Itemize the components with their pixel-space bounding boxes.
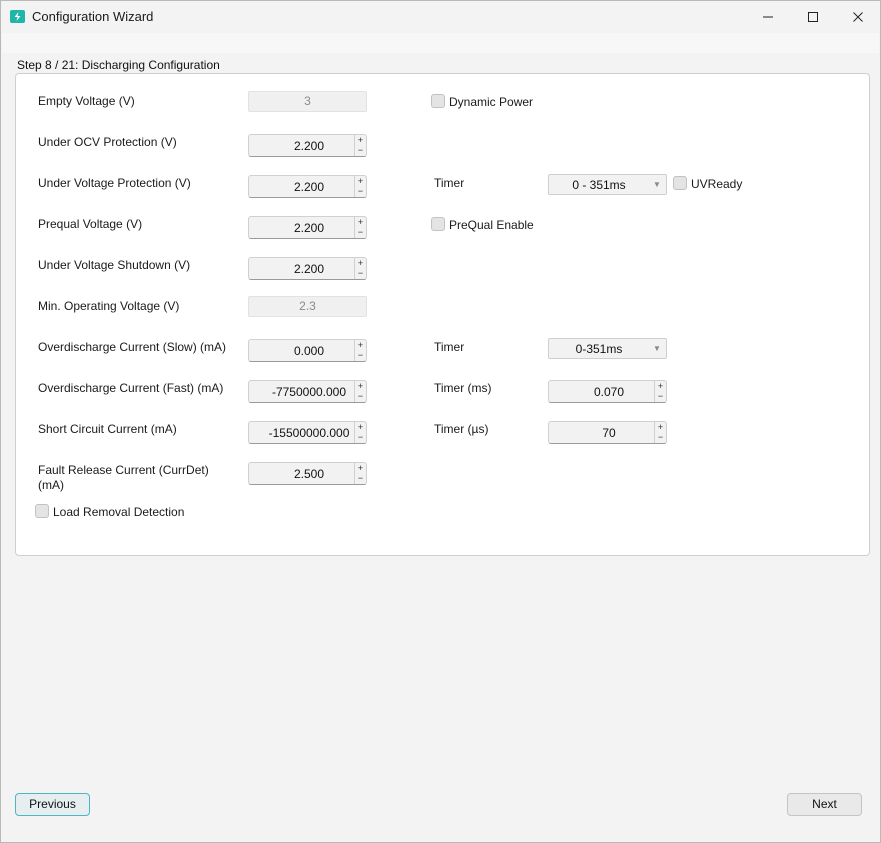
close-button[interactable] xyxy=(835,1,881,32)
increment-icon[interactable]: + xyxy=(355,176,366,186)
short-circuit-value[interactable]: -15500000.000 xyxy=(249,422,355,443)
app-logo-icon xyxy=(10,10,25,23)
uv-timer-value: 0 - 351ms xyxy=(572,178,626,192)
decrement-icon[interactable]: − xyxy=(355,268,366,278)
overdischarge-slow-stepper[interactable]: 0.000 + − xyxy=(248,339,367,362)
stepper-arrows: + − xyxy=(354,340,366,361)
uvready-label: UVReady xyxy=(691,177,743,191)
load-removal-checkbox[interactable] xyxy=(35,504,49,518)
fault-release-label: Fault Release Current (CurrDet) xyxy=(38,463,209,477)
dynamic-power-checkbox[interactable] xyxy=(431,94,445,108)
empty-voltage-field: 3 xyxy=(248,91,367,112)
stepper-arrows: + − xyxy=(654,381,666,402)
increment-icon[interactable]: + xyxy=(355,217,366,227)
fault-release-unit-label: (mA) xyxy=(38,478,64,492)
stepper-arrows: + − xyxy=(354,381,366,402)
od-slow-timer-value: 0-351ms xyxy=(575,342,623,356)
chevron-down-icon: ▼ xyxy=(653,344,661,353)
under-voltage-protection-label: Under Voltage Protection (V) xyxy=(38,176,191,190)
wizard-window: Configuration Wizard Step 8 / 21: Discha… xyxy=(0,0,881,843)
overdischarge-fast-label: Overdischarge Current (Fast) (mA) xyxy=(38,381,224,395)
under-voltage-shutdown-stepper[interactable]: 2.200 + − xyxy=(248,257,367,280)
uvready-checkbox[interactable] xyxy=(673,176,687,190)
stepper-arrows: + − xyxy=(354,258,366,279)
chevron-down-icon: ▼ xyxy=(653,180,661,189)
prequal-enable-checkbox[interactable] xyxy=(431,217,445,231)
sc-timer-label: Timer (µs) xyxy=(434,422,489,436)
decrement-icon[interactable]: − xyxy=(355,227,366,237)
overdischarge-slow-value[interactable]: 0.000 xyxy=(249,340,355,361)
decrement-icon[interactable]: − xyxy=(655,391,666,401)
empty-voltage-label: Empty Voltage (V) xyxy=(38,94,135,108)
short-circuit-stepper[interactable]: -15500000.000 + − xyxy=(248,421,367,444)
decrement-icon[interactable]: − xyxy=(355,473,366,483)
prequal-voltage-value[interactable]: 2.200 xyxy=(249,217,355,238)
decrement-icon[interactable]: − xyxy=(355,350,366,360)
increment-icon[interactable]: + xyxy=(355,422,366,432)
stepper-arrows: + − xyxy=(654,422,666,443)
overdischarge-slow-label: Overdischarge Current (Slow) (mA) xyxy=(38,340,227,354)
load-removal-label: Load Removal Detection xyxy=(53,505,185,519)
increment-icon[interactable]: + xyxy=(655,381,666,391)
under-voltage-shutdown-value[interactable]: 2.200 xyxy=(249,258,355,279)
close-icon xyxy=(853,11,863,22)
short-circuit-label: Short Circuit Current (mA) xyxy=(38,422,177,436)
od-slow-timer-dropdown[interactable]: 0-351ms ▼ xyxy=(548,338,667,359)
next-button[interactable]: Next xyxy=(787,793,862,816)
step-title: Step 8 / 21: Discharging Configuration xyxy=(17,58,220,72)
uv-timer-dropdown[interactable]: 0 - 351ms ▼ xyxy=(548,174,667,195)
min-operating-voltage-field: 2.3 xyxy=(248,296,367,317)
od-fast-timer-value[interactable]: 0.070 xyxy=(549,381,655,402)
minimize-icon xyxy=(763,16,773,17)
dynamic-power-label: Dynamic Power xyxy=(449,95,534,109)
title-bar: Configuration Wizard xyxy=(1,1,880,33)
decrement-icon[interactable]: − xyxy=(355,432,366,442)
decrement-icon[interactable]: − xyxy=(355,145,366,155)
sc-timer-value[interactable]: 70 xyxy=(549,422,655,443)
stepper-arrows: + − xyxy=(354,422,366,443)
stepper-arrows: + − xyxy=(354,463,366,484)
od-fast-timer-stepper[interactable]: 0.070 + − xyxy=(548,380,667,403)
increment-icon[interactable]: + xyxy=(355,463,366,473)
window-title: Configuration Wizard xyxy=(32,9,154,24)
uv-timer-label: Timer xyxy=(434,176,465,190)
stepper-arrows: + − xyxy=(354,135,366,156)
increment-icon[interactable]: + xyxy=(655,422,666,432)
od-slow-timer-label: Timer xyxy=(434,340,465,354)
header-strip xyxy=(2,33,879,53)
stepper-arrows: + − xyxy=(354,176,366,197)
increment-icon[interactable]: + xyxy=(355,258,366,268)
overdischarge-fast-stepper[interactable]: -7750000.000 + − xyxy=(248,380,367,403)
min-operating-voltage-label: Min. Operating Voltage (V) xyxy=(38,299,180,313)
increment-icon[interactable]: + xyxy=(355,381,366,391)
under-ocv-stepper[interactable]: 2.200 + − xyxy=(248,134,367,157)
increment-icon[interactable]: + xyxy=(355,135,366,145)
overdischarge-fast-value[interactable]: -7750000.000 xyxy=(249,381,355,402)
prequal-enable-label: PreQual Enable xyxy=(449,218,534,232)
maximize-icon xyxy=(808,11,818,22)
sc-timer-stepper[interactable]: 70 + − xyxy=(548,421,667,444)
decrement-icon[interactable]: − xyxy=(355,186,366,196)
under-voltage-protection-value[interactable]: 2.200 xyxy=(249,176,355,197)
maximize-button[interactable] xyxy=(790,1,836,32)
prequal-voltage-stepper[interactable]: 2.200 + − xyxy=(248,216,367,239)
fault-release-stepper[interactable]: 2.500 + − xyxy=(248,462,367,485)
prequal-voltage-label: Prequal Voltage (V) xyxy=(38,217,143,231)
under-ocv-label: Under OCV Protection (V) xyxy=(38,135,177,149)
minimize-button[interactable] xyxy=(745,1,791,32)
od-fast-timer-label: Timer (ms) xyxy=(434,381,492,395)
decrement-icon[interactable]: − xyxy=(655,432,666,442)
under-voltage-protection-stepper[interactable]: 2.200 + − xyxy=(248,175,367,198)
decrement-icon[interactable]: − xyxy=(355,391,366,401)
under-voltage-shutdown-label: Under Voltage Shutdown (V) xyxy=(38,258,191,272)
increment-icon[interactable]: + xyxy=(355,340,366,350)
fault-release-value[interactable]: 2.500 xyxy=(249,463,355,484)
stepper-arrows: + − xyxy=(354,217,366,238)
previous-button[interactable]: Previous xyxy=(15,793,90,816)
under-ocv-value[interactable]: 2.200 xyxy=(249,135,355,156)
